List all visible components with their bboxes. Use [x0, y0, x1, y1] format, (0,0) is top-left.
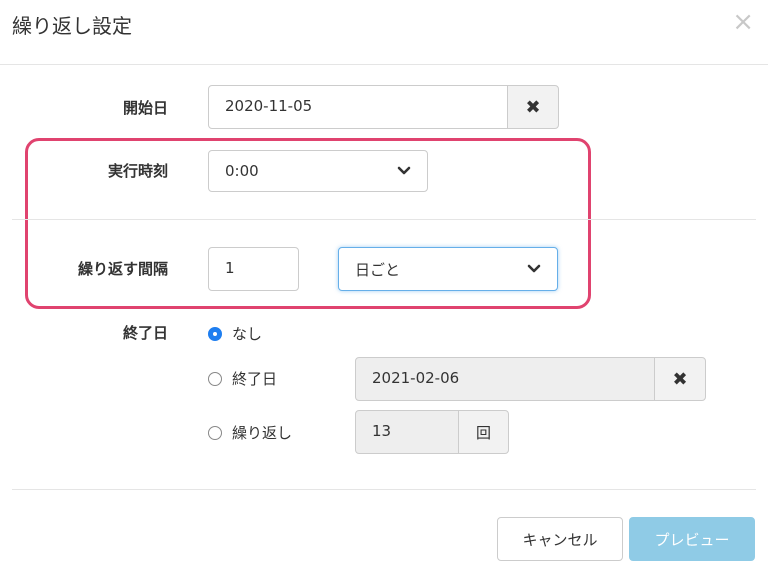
end-option-end-date[interactable]: 終了日: [208, 368, 277, 389]
dialog-title: 繰り返し設定: [12, 14, 132, 38]
close-icon[interactable]: ×: [732, 8, 754, 36]
radio-button[interactable]: [208, 326, 222, 341]
radio-button[interactable]: [208, 425, 222, 440]
interval-unit-selected-value: 日ごと: [355, 260, 401, 279]
chevron-down-icon: [397, 166, 411, 175]
end-option-repeat[interactable]: 繰り返し: [208, 422, 292, 443]
repeat-settings-dialog: 繰り返し設定 × 開始日 2020-11-05 ✖ 実行時刻 0:00 繰り返す…: [0, 0, 768, 577]
cancel-button[interactable]: キャンセル: [497, 517, 623, 561]
repeat-count-unit: 回: [458, 410, 509, 454]
chevron-down-icon: [527, 264, 541, 273]
section-divider: [12, 219, 756, 220]
end-date-input[interactable]: 2021-02-06: [355, 357, 655, 401]
dialog-header: 繰り返し設定 ×: [0, 0, 768, 65]
end-date-clear-button[interactable]: ✖: [654, 357, 706, 401]
interval-input[interactable]: 1: [208, 247, 299, 291]
interval-unit-select[interactable]: 日ごと: [338, 247, 558, 291]
run-time-label: 実行時刻: [107, 162, 168, 180]
radio-label: なし: [232, 325, 263, 343]
run-time-selected-value: 0:00: [225, 162, 259, 180]
end-option-none[interactable]: なし: [208, 323, 262, 344]
radio-label: 繰り返し: [232, 424, 293, 442]
radio-label: 終了日: [232, 370, 278, 388]
footer-divider: [12, 489, 756, 490]
preview-button[interactable]: プレビュー: [629, 517, 755, 561]
start-date-input[interactable]: 2020-11-05: [208, 85, 508, 129]
repeat-count-input[interactable]: 13: [355, 410, 459, 454]
interval-label: 繰り返す間隔: [77, 260, 168, 278]
start-date-clear-button[interactable]: ✖: [507, 85, 559, 129]
clear-icon: ✖: [525, 96, 541, 118]
start-date-label: 開始日: [122, 99, 168, 117]
radio-button[interactable]: [208, 371, 222, 386]
end-label: 終了日: [122, 324, 168, 342]
clear-icon: ✖: [672, 368, 688, 390]
run-time-select[interactable]: 0:00: [208, 150, 428, 192]
